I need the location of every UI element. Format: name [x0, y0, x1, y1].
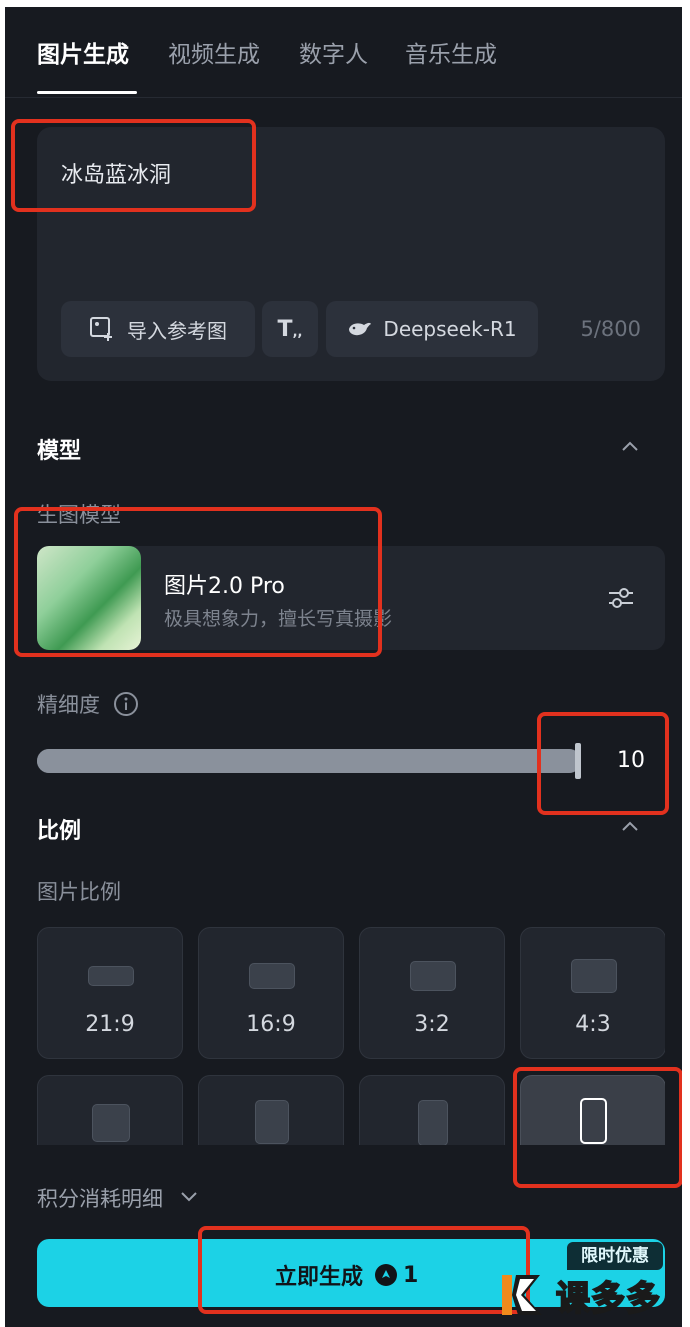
ratio-shape-icon: [580, 1098, 607, 1144]
ratio-shape-icon: [92, 1104, 130, 1142]
text-format-button[interactable]: T,,: [262, 301, 318, 357]
ratio-grid: 21:9 16:9 3:2 4:3: [37, 925, 665, 1145]
ratio-shape-icon: [255, 1100, 289, 1144]
tab-digital-human[interactable]: 数字人: [299, 35, 368, 69]
model-thumbnail: [37, 546, 141, 650]
tab-video-generation[interactable]: 视频生成: [168, 35, 260, 69]
image-add-icon: [90, 317, 112, 341]
model-name: 图片2.0 Pro: [164, 574, 285, 599]
watermark-logo: 课多多: [494, 1266, 661, 1324]
import-reference-label: 导入参考图: [127, 318, 227, 343]
detail-label: 精细度: [37, 689, 139, 719]
detail-value: 10: [617, 748, 645, 773]
sliders-settings-icon[interactable]: [607, 584, 635, 612]
detail-slider-fill: [37, 749, 581, 773]
ratio-option-3-2[interactable]: 3:2: [359, 927, 505, 1059]
ratio-label: 3:2: [414, 1012, 450, 1037]
character-counter: 5/800: [580, 317, 641, 341]
ratio-shape-icon: [88, 966, 134, 986]
chevron-down-icon: [180, 1192, 197, 1202]
generate-label: 立即生成: [275, 1265, 364, 1290]
detail-slider-track[interactable]: [37, 743, 581, 779]
prompt-text[interactable]: 冰岛蓝冰洞: [61, 157, 171, 189]
k-logo-icon: [502, 1275, 542, 1315]
model-section-title: 模型: [37, 439, 82, 464]
ratio-label: 16:9: [246, 1012, 296, 1037]
detail-slider-handle[interactable]: [575, 743, 581, 779]
generate-label-group: 立即生成 1: [275, 1259, 418, 1291]
tab-bar: 图片生成 视频生成 数字人 音乐生成: [5, 7, 682, 98]
info-icon[interactable]: [113, 691, 139, 717]
chevron-up-icon[interactable]: [619, 819, 641, 833]
active-tab-indicator: [37, 91, 137, 94]
ratio-option-1-1[interactable]: [37, 1075, 183, 1145]
credit-coin-icon: [375, 1264, 398, 1286]
ratio-shape-icon: [418, 1100, 448, 1145]
ratio-shape-icon: [571, 959, 617, 993]
deepseek-toggle-button[interactable]: Deepseek-R1: [326, 301, 538, 357]
ratio-label: 21:9: [85, 1012, 135, 1037]
ratio-sub-label: 图片比例: [37, 880, 121, 904]
tab-music-generation[interactable]: 音乐生成: [405, 35, 497, 69]
watermark-text: 课多多: [555, 1278, 661, 1320]
detail-label-text: 精细度: [37, 693, 100, 717]
import-reference-button[interactable]: 导入参考图: [61, 301, 255, 357]
prompt-input-box[interactable]: 冰岛蓝冰洞 导入参考图 T,, Deepseek-R1 5/800: [37, 127, 665, 381]
model-sub-label: 生图模型: [37, 503, 121, 527]
tab-image-generation[interactable]: 图片生成: [37, 35, 129, 69]
model-description: 极具想象力，擅长写真摄影: [164, 608, 393, 630]
generation-panel: 图片生成 视频生成 数字人 音乐生成 冰岛蓝冰洞 导入参考图 T,, Deeps…: [5, 7, 682, 1327]
credits-detail-toggle[interactable]: 积分消耗明细: [37, 1183, 200, 1213]
ratio-option-16-9[interactable]: 16:9: [198, 927, 344, 1059]
generate-cost: 1: [403, 1262, 419, 1288]
ratio-shape-icon: [410, 961, 456, 991]
ratio-option-21-9[interactable]: 21:9: [37, 927, 183, 1059]
text-format-icon: T,,: [277, 316, 303, 342]
chevron-up-icon[interactable]: [619, 439, 641, 453]
model-selector-card[interactable]: 图片2.0 Pro 极具想象力，擅长写真摄影: [37, 546, 665, 650]
deepseek-label: Deepseek-R1: [383, 317, 517, 341]
ratio-shape-icon: [249, 963, 295, 989]
ratio-option-4-3[interactable]: 4:3: [520, 927, 665, 1059]
ratio-label: 4:3: [575, 1012, 611, 1037]
ratio-section-title: 比例: [37, 819, 82, 844]
ratio-option-9-16[interactable]: [520, 1075, 665, 1145]
credits-label: 积分消耗明细: [37, 1187, 163, 1211]
ratio-option-2-3[interactable]: [359, 1075, 505, 1145]
ratio-option-3-4[interactable]: [198, 1075, 344, 1145]
whale-icon: [349, 322, 372, 336]
